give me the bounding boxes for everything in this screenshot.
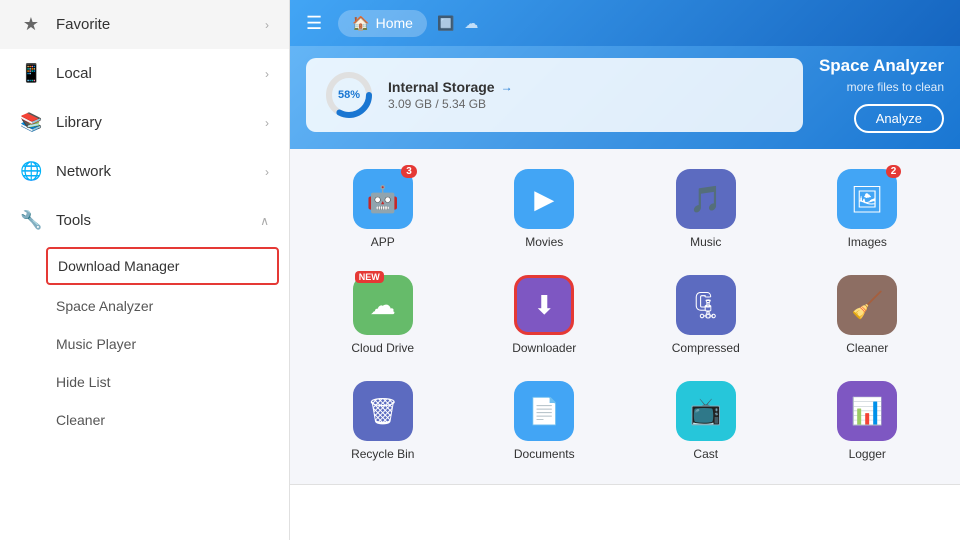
bottom-nav [290, 484, 960, 540]
grid-item-cast[interactable]: 📺 Cast [629, 373, 783, 469]
network-icon: 🌐 [20, 161, 42, 182]
grid-label-cast: Cast [693, 447, 718, 461]
chevron-down-icon: › [265, 18, 269, 32]
favorite-icon: ★ [20, 14, 42, 35]
storage-donut: 58% [324, 70, 374, 120]
chevron-up-icon: ∧ [260, 214, 269, 228]
sidebar-item-network[interactable]: 🌐 Network › [0, 147, 289, 196]
chevron-down-icon: › [265, 165, 269, 179]
grid-item-downloader[interactable]: ⬇ Downloader [468, 267, 622, 363]
grid-item-movies[interactable]: ▶ Movies [468, 161, 622, 257]
badge-app: 3 [401, 165, 417, 178]
main-header: ☰ 🏠 Home 🔲 ☁ [290, 0, 960, 46]
donut-percent-label: 58% [338, 89, 360, 101]
icon-grid: 🤖3 APP ▶ Movies 🎵 Music 🖼2 Images ☁NEW Cloud Driv… [306, 161, 944, 469]
grid-item-images[interactable]: 🖼2 Images [791, 161, 945, 257]
sidebar-sub-item-cleaner[interactable]: Cleaner [0, 401, 289, 439]
tools-icon: 🔧 [20, 210, 42, 231]
grid-item-logger[interactable]: 📊 Logger [791, 373, 945, 469]
grid-icon-box-music: 🎵 [676, 169, 736, 229]
grid-label-cloud-drive: Cloud Drive [351, 341, 414, 355]
storage-title-text: Internal Storage [388, 79, 495, 95]
sidebar-item-local[interactable]: 📱 Local › [0, 49, 289, 98]
home-button[interactable]: 🏠 Home [338, 10, 427, 37]
grid-label-documents: Documents [514, 447, 575, 461]
chevron-down-icon: › [265, 116, 269, 130]
grid-icon-box-recycle-bin: 🗑 [353, 381, 413, 441]
home-label: Home [376, 15, 413, 31]
grid-label-downloader: Downloader [512, 341, 576, 355]
storage-arrow-icon: → [501, 80, 513, 94]
hamburger-menu-icon[interactable]: ☰ [306, 13, 322, 34]
grid-item-cloud-drive[interactable]: ☁NEW Cloud Drive [306, 267, 460, 363]
grid-label-logger: Logger [849, 447, 886, 461]
main-content: ☰ 🏠 Home 🔲 ☁ 58% Internal Storage → 3. [290, 0, 960, 540]
grid-item-music[interactable]: 🎵 Music [629, 161, 783, 257]
grid-item-cleaner[interactable]: 🧹 Cleaner [791, 267, 945, 363]
grid-label-compressed: Compressed [672, 341, 740, 355]
space-analyzer-title: Space Analyzer [819, 56, 944, 76]
breadcrumb-item-1[interactable]: 🔲 [437, 15, 454, 32]
sidebar-sub-item-download-manager[interactable]: Download Manager [46, 247, 279, 285]
sidebar-sub-item-hide-list[interactable]: Hide List [0, 363, 289, 401]
grid-label-movies: Movies [525, 235, 563, 249]
grid-icon-box-compressed: 🗜 [676, 275, 736, 335]
local-icon: 📱 [20, 63, 42, 84]
breadcrumb-item-2[interactable]: ☁ [464, 15, 478, 32]
analyze-button[interactable]: Analyze [854, 104, 944, 133]
grid-icon-box-documents: 📄 [514, 381, 574, 441]
sidebar-label-local: Local [56, 65, 92, 82]
grid-item-documents[interactable]: 📄 Documents [468, 373, 622, 469]
grid-icon-box-cast: 📺 [676, 381, 736, 441]
new-badge-cloud-drive: NEW [355, 271, 384, 283]
sidebar: ★ Favorite › 📱 Local › 📚 Library › 🌐 Net… [0, 0, 290, 540]
badge-images: 2 [886, 165, 902, 178]
grid-label-app: APP [371, 235, 395, 249]
grid-icon-box-movies: ▶ [514, 169, 574, 229]
grid-item-recycle-bin[interactable]: 🗑 Recycle Bin [306, 373, 460, 469]
grid-item-compressed[interactable]: 🗜 Compressed [629, 267, 783, 363]
grid-icon-box-logger: 📊 [837, 381, 897, 441]
chevron-down-icon: › [265, 67, 269, 81]
grid-icon-box-images: 🖼2 [837, 169, 897, 229]
space-analyzer-subtitle: more files to clean [819, 80, 944, 94]
sidebar-sub-item-space-analyzer[interactable]: Space Analyzer [0, 287, 289, 325]
grid-label-images: Images [848, 235, 887, 249]
storage-used-text: 3.09 GB / 5.34 GB [388, 97, 513, 111]
grid-icon-box-cloud-drive: ☁NEW [353, 275, 413, 335]
sidebar-item-tools[interactable]: 🔧 Tools ∧ [0, 196, 289, 245]
sidebar-item-library[interactable]: 📚 Library › [0, 98, 289, 147]
sidebar-label-network: Network [56, 163, 111, 180]
sidebar-label-tools: Tools [56, 212, 91, 229]
grid-icon-box-app: 🤖3 [353, 169, 413, 229]
library-icon: 📚 [20, 112, 42, 133]
sidebar-label-library: Library [56, 114, 102, 131]
grid-icon-box-cleaner: 🧹 [837, 275, 897, 335]
sidebar-label-favorite: Favorite [56, 16, 110, 33]
grid-label-recycle-bin: Recycle Bin [351, 447, 414, 461]
grid-label-music: Music [690, 235, 721, 249]
grid-item-app[interactable]: 🤖3 APP [306, 161, 460, 257]
storage-banner: 58% Internal Storage → 3.09 GB / 5.34 GB… [290, 46, 960, 149]
sidebar-sub-item-music-player[interactable]: Music Player [0, 325, 289, 363]
grid-label-cleaner: Cleaner [846, 341, 888, 355]
space-analyzer-box: Space Analyzer more files to clean Analy… [819, 56, 944, 133]
grid-area: 🤖3 APP ▶ Movies 🎵 Music 🖼2 Images ☁NEW Cloud Driv… [290, 149, 960, 484]
storage-info: Internal Storage → 3.09 GB / 5.34 GB [388, 79, 513, 111]
home-icon: 🏠 [352, 15, 369, 32]
storage-card: 58% Internal Storage → 3.09 GB / 5.34 GB [306, 58, 803, 132]
sidebar-item-favorite[interactable]: ★ Favorite › [0, 0, 289, 49]
grid-icon-box-downloader: ⬇ [514, 275, 574, 335]
